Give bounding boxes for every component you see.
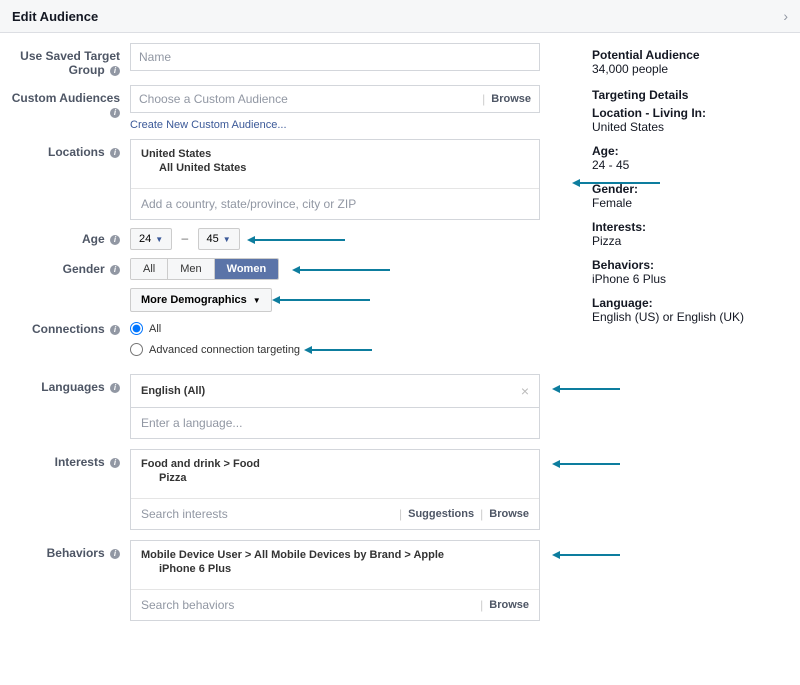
age-max-select[interactable]: 45▼ — [198, 228, 240, 250]
language-value-box: English (All) × — [130, 374, 540, 408]
suggestions-link[interactable]: Suggestions — [408, 508, 474, 520]
connections-all-radio[interactable] — [130, 322, 143, 335]
info-icon[interactable]: i — [110, 458, 120, 468]
info-icon[interactable]: i — [110, 66, 120, 76]
label-connections: Connections i — [0, 322, 130, 336]
info-icon[interactable]: i — [110, 549, 120, 559]
label-saved-target: Use Saved Target Group i — [0, 43, 130, 77]
annotation-arrow — [560, 388, 620, 390]
annotation-arrow — [280, 299, 370, 301]
label-custom-audiences: Custom Audiences i — [0, 85, 130, 119]
behaviors-input[interactable] — [141, 598, 474, 612]
behaviors-box: Mobile Device User > All Mobile Devices … — [130, 540, 540, 621]
annotation-arrow — [255, 239, 345, 241]
behaviors-breadcrumb: Mobile Device User > All Mobile Devices … — [141, 549, 529, 561]
connections-advanced-radio[interactable] — [130, 343, 143, 356]
annotation-arrow — [300, 269, 390, 271]
label-behaviors: Behaviors i — [0, 540, 130, 560]
gender-all-button[interactable]: All — [131, 259, 168, 279]
info-icon[interactable]: i — [110, 108, 120, 118]
browse-link[interactable]: Browse — [489, 508, 529, 520]
interests-box: Food and drink > Food Pizza | Suggestion… — [130, 449, 540, 530]
info-icon[interactable]: i — [110, 325, 120, 335]
info-icon[interactable]: i — [110, 235, 120, 245]
custom-audience-input[interactable] — [139, 90, 476, 108]
browse-link[interactable]: Browse — [489, 599, 529, 611]
chevron-down-icon: ▼ — [223, 235, 231, 244]
location-subval: All United States — [141, 160, 529, 180]
label-interests: Interests i — [0, 449, 130, 469]
annotation-arrow — [560, 463, 620, 465]
potential-audience-count: 34,000 people — [592, 62, 788, 76]
gender-women-button[interactable]: Women — [215, 259, 279, 279]
label-gender: Gender i — [0, 258, 130, 276]
potential-audience-title: Potential Audience — [592, 48, 788, 62]
modal-title: Edit Audience — [12, 9, 98, 24]
interests-input[interactable] — [141, 507, 393, 521]
info-icon[interactable]: i — [110, 383, 120, 393]
language-input[interactable] — [141, 416, 529, 430]
label-locations: Locations i — [0, 139, 130, 159]
annotation-arrow — [312, 349, 372, 351]
create-custom-audience-link[interactable]: Create New Custom Audience... — [130, 119, 287, 131]
age-min-select[interactable]: 24▼ — [130, 228, 172, 250]
label-age: Age i — [0, 228, 130, 246]
chevron-down-icon: ▼ — [155, 235, 163, 244]
location-input[interactable] — [141, 197, 529, 211]
targeting-details-title: Targeting Details — [592, 88, 788, 102]
browse-link[interactable]: Browse — [491, 93, 531, 105]
locations-box: United States All United States — [130, 139, 540, 220]
annotation-arrow — [580, 182, 660, 184]
location-val: United States — [141, 148, 529, 160]
remove-icon[interactable]: × — [521, 383, 529, 399]
interests-value: Pizza — [141, 470, 529, 490]
behaviors-value: iPhone 6 Plus — [141, 561, 529, 581]
modal-header: Edit Audience › — [0, 0, 800, 33]
info-icon[interactable]: i — [110, 148, 120, 158]
saved-target-input[interactable] — [130, 43, 540, 71]
interests-breadcrumb: Food and drink > Food — [141, 458, 529, 470]
chevron-down-icon: ▼ — [253, 296, 261, 305]
close-icon[interactable]: › — [783, 8, 788, 24]
annotation-arrow — [560, 554, 620, 556]
info-icon[interactable]: i — [110, 265, 120, 275]
label-languages: Languages i — [0, 374, 130, 394]
gender-men-button[interactable]: Men — [168, 259, 214, 279]
more-demographics-button[interactable]: More Demographics▼ — [130, 288, 272, 312]
